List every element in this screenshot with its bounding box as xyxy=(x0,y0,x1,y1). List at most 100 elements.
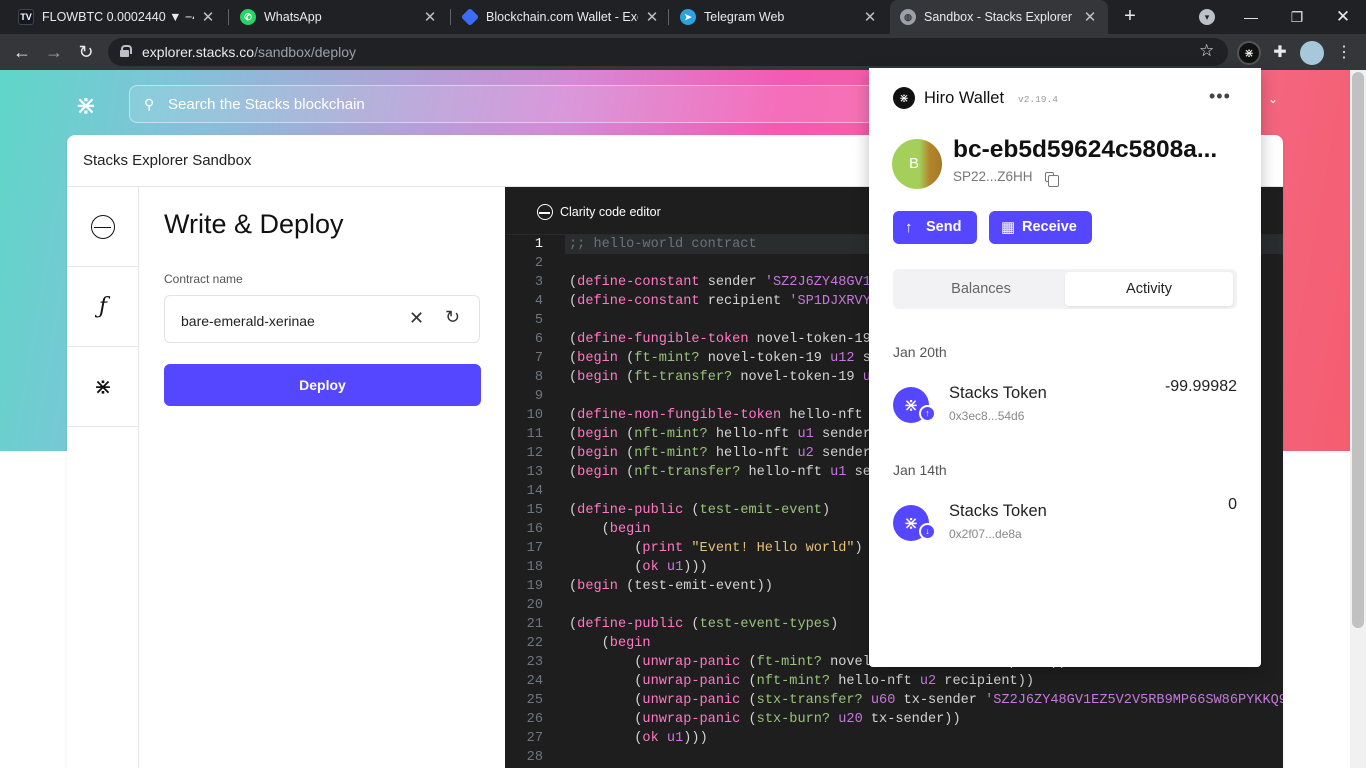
extensions-puzzle-icon[interactable]: ✚ xyxy=(1268,41,1292,65)
code-line[interactable]: (define-non-fungible-token hello-nft ui xyxy=(569,408,887,423)
tab-activity[interactable]: Activity xyxy=(1065,272,1233,306)
sidebar-item-call-function[interactable]: ƒ xyxy=(67,267,139,347)
page-scrollbar[interactable] xyxy=(1350,70,1366,768)
code-line[interactable]: (define-constant sender 'SZ2J6ZY48GV1EZ xyxy=(569,275,887,290)
more-options-icon[interactable]: ••• xyxy=(1209,86,1231,107)
code-line[interactable]: (begin xyxy=(569,636,651,651)
sidebar-item-deploy[interactable] xyxy=(67,187,139,267)
arrow-up-icon: ↑ xyxy=(905,219,913,236)
line-number: 15 xyxy=(526,503,543,518)
code-line[interactable]: (define-public (test-event-types) xyxy=(569,617,838,632)
contract-name-field[interactable]: bare-emerald-xerinae ✕ ↻ xyxy=(164,295,480,343)
bookmark-star-icon[interactable]: ☆ xyxy=(1199,41,1214,61)
lock-icon[interactable] xyxy=(120,45,132,57)
blockchain-search-input[interactable]: ⚲ Search the Stacks blockchain xyxy=(129,85,889,123)
browser-tab-sandbox[interactable]: ◍ Sandbox - Stacks Explorer by ✕ xyxy=(890,0,1108,34)
code-line[interactable]: (begin xyxy=(569,522,651,537)
browser-menu-icon[interactable]: ⋮ xyxy=(1332,41,1356,65)
contract-icon xyxy=(91,214,115,239)
line-number: 21 xyxy=(526,617,543,632)
code-line[interactable]: (define-constant recipient 'SP1DJXRVYNP xyxy=(569,294,887,309)
code-line[interactable]: (define-fungible-token novel-token-19) xyxy=(569,332,879,347)
refresh-icon[interactable]: ↻ xyxy=(445,307,460,328)
code-line[interactable]: (print "Event! Hello world") xyxy=(569,541,862,556)
tab-search-icon[interactable]: ▾ xyxy=(1199,9,1215,25)
reload-button[interactable]: ↻ xyxy=(74,40,98,64)
line-number: 7 xyxy=(534,351,543,366)
close-icon[interactable]: ✕ xyxy=(1082,8,1098,26)
code-line[interactable]: (unwrap-panic (stx-transfer? u60 tx-send… xyxy=(569,693,1283,708)
arrow-up-icon: ↑ xyxy=(919,405,936,422)
stacks-logo-icon[interactable]: ⋇ xyxy=(75,92,101,118)
code-line[interactable]: ;; hello-world contract xyxy=(569,237,757,252)
tab-title: Blockchain.com Wallet - Exch xyxy=(486,10,638,24)
code-line[interactable]: (begin (nft-transfer? hello-nft u1 send xyxy=(569,465,887,480)
code-line[interactable]: (ok u1))) xyxy=(569,560,707,575)
code-line[interactable]: (begin (ft-mint? novel-token-19 u12 sen xyxy=(569,351,887,366)
sandbox-sidebar: ƒ ⋇ xyxy=(67,187,139,768)
line-number: 19 xyxy=(526,579,543,594)
forward-button[interactable]: → xyxy=(42,40,66,64)
maximize-button[interactable]: ❐ xyxy=(1274,0,1320,34)
url-path: /sandbox/deploy xyxy=(254,44,357,60)
code-line[interactable]: (begin (ft-transfer? novel-token-19 u2 xyxy=(569,370,879,385)
contract-name-value: bare-emerald-xerinae xyxy=(181,313,315,329)
code-line[interactable]: (unwrap-panic (stx-burn? u20 tx-sender)) xyxy=(569,712,960,727)
copy-icon[interactable] xyxy=(1045,172,1059,187)
tx-amount: 0 xyxy=(1228,496,1237,513)
tab-balances[interactable]: Balances xyxy=(897,272,1065,306)
telegram-icon: ➤ xyxy=(680,9,696,25)
hiro-wallet-popup: ⋇ Hiro Wallet v2.19.4 ••• B bc-eb5d59624… xyxy=(869,68,1261,667)
contract-name-label: Contract name xyxy=(164,272,243,286)
line-number: 23 xyxy=(526,655,543,670)
clarity-icon xyxy=(537,204,553,220)
new-tab-button[interactable]: + xyxy=(1118,4,1142,28)
card-title: Stacks Explorer Sandbox xyxy=(83,152,252,169)
code-line[interactable]: (begin (nft-mint? hello-nft u2 sender)) xyxy=(569,446,887,461)
tx-amount: -99.99982 xyxy=(1164,378,1237,395)
code-line[interactable]: (begin (nft-mint? hello-nft u1 sender)) xyxy=(569,427,887,442)
code-line[interactable]: (ok u1))) xyxy=(569,731,707,746)
close-icon[interactable]: ✕ xyxy=(422,8,438,26)
address-bar[interactable]: explorer.stacks.co/sandbox/deploy ☆ xyxy=(108,38,1228,66)
code-line[interactable]: (begin (test-emit-event)) xyxy=(569,579,773,594)
deploy-button[interactable]: Deploy xyxy=(164,364,481,406)
line-number: 10 xyxy=(526,408,543,423)
close-icon[interactable]: ✕ xyxy=(200,8,216,26)
window-close-button[interactable]: ✕ xyxy=(1320,0,1366,34)
wallet-title: Hiro Wallet xyxy=(924,89,1005,107)
browser-tab-whatsapp[interactable]: ✆ WhatsApp ✕ xyxy=(230,0,448,34)
code-line[interactable]: (define-public (test-emit-event) xyxy=(569,503,830,518)
chevron-down-icon[interactable]: ⌄ xyxy=(1268,92,1278,106)
tx-id: 0x3ec8...54d6 xyxy=(949,409,1025,423)
browser-tab-flowbtc[interactable]: TV FLOWBTC 0.0002440 ▼ −4.5% ✕ xyxy=(8,0,226,34)
deploy-form: Write & Deploy Contract name bare-emeral… xyxy=(139,187,505,768)
minimize-button[interactable]: — xyxy=(1228,0,1274,34)
tab-separator xyxy=(228,9,229,25)
back-button[interactable]: ← xyxy=(10,40,34,64)
receive-label: Receive xyxy=(1022,219,1077,235)
wallet-tabs: Balances Activity xyxy=(893,269,1237,309)
code-line[interactable]: (unwrap-panic (nft-mint? hello-nft u2 re… xyxy=(569,674,1034,689)
close-icon[interactable]: ✕ xyxy=(862,8,878,26)
account-address: SP22...Z6HH xyxy=(953,169,1033,184)
browser-tab-blockchain[interactable]: Blockchain.com Wallet - Exch ✕ xyxy=(452,0,670,34)
hiro-wallet-extension-icon[interactable]: ⋇ xyxy=(1237,41,1261,65)
scrollbar-thumb[interactable] xyxy=(1352,72,1364,628)
url-host: explorer.stacks.co xyxy=(142,44,255,60)
line-number: 3 xyxy=(534,275,543,290)
browser-tab-telegram[interactable]: ➤ Telegram Web ✕ xyxy=(670,0,888,34)
tx-title: Stacks Token xyxy=(949,502,1047,520)
clear-icon[interactable]: ✕ xyxy=(409,308,424,329)
tradingview-icon: TV xyxy=(18,9,34,25)
globe-icon: ◍ xyxy=(900,9,916,25)
receive-button[interactable]: ▦ Receive xyxy=(989,211,1092,244)
send-button[interactable]: ↑ Send xyxy=(893,211,977,244)
profile-avatar[interactable] xyxy=(1300,41,1324,65)
sidebar-item-transfer[interactable]: ⋇ xyxy=(67,347,139,427)
account-avatar[interactable]: B xyxy=(892,139,942,189)
close-icon[interactable]: ✕ xyxy=(644,8,660,26)
hiro-logo-icon: ⋇ xyxy=(893,87,915,109)
tab-separator xyxy=(668,9,669,25)
line-number: 5 xyxy=(534,313,543,328)
